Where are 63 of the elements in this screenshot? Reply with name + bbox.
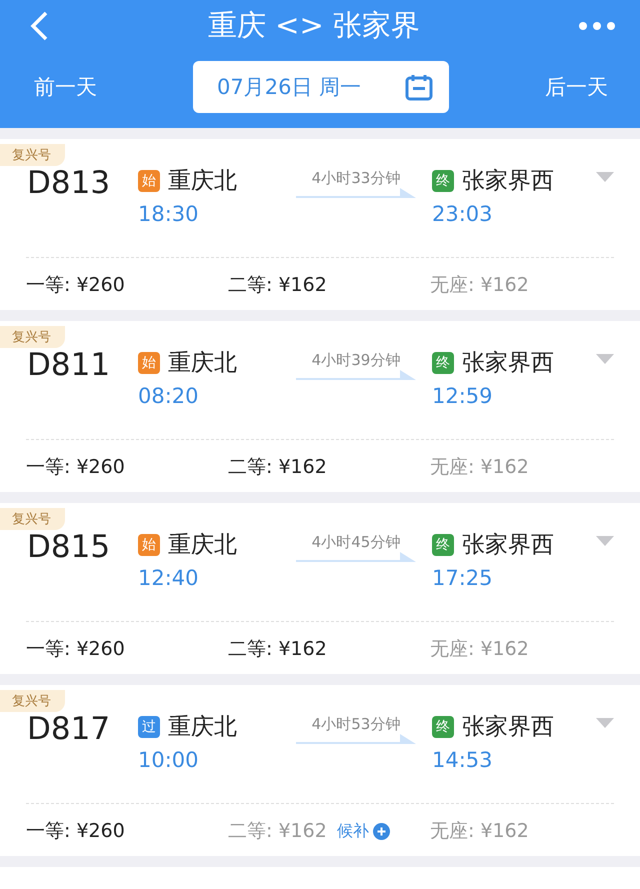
train-tag: 复兴号 (0, 326, 65, 348)
time-text: 17:25 (432, 566, 494, 590)
seat-price: 无座: ¥162 (430, 273, 529, 298)
train-number: D811 (26, 347, 112, 385)
duration-text: 4小时45分钟 (312, 533, 400, 552)
station-badge: 始 (138, 534, 160, 556)
time-text: 08:20 (138, 384, 200, 408)
expand-icon[interactable] (596, 536, 614, 546)
seat-price: 一等: ¥260 (26, 455, 125, 480)
station-name: 张家界西 (462, 713, 554, 742)
time-text: 23:03 (432, 202, 494, 226)
train-number: D817 (26, 711, 112, 749)
train-card[interactable]: 复兴号 D815 始 重庆北 12:40 4小时45分钟 终 张家界西 17:25 一等: ¥260 二等: ¥162 无座: ¥162 (0, 503, 640, 674)
station-name: 重庆北 (168, 349, 237, 378)
expand-icon[interactable] (596, 354, 614, 364)
duration-text: 4小时33分钟 (312, 169, 400, 188)
date-picker[interactable]: 07月26日 周一 (193, 61, 449, 113)
station-badge: 始 (138, 352, 160, 374)
calendar-icon (405, 73, 433, 101)
station-badge: 过 (138, 716, 160, 738)
train-number: D813 (26, 165, 112, 203)
seat-price: 无座: ¥162 (430, 455, 529, 480)
waitlist-button[interactable]: 候补 (336, 820, 390, 842)
duration-text: 4小时39分钟 (312, 351, 400, 370)
duration-text: 4小时53分钟 (312, 715, 400, 734)
time-text: 12:59 (432, 384, 494, 408)
train-tag: 复兴号 (0, 690, 65, 712)
station-name: 重庆北 (168, 167, 237, 196)
time-text: 18:30 (138, 202, 200, 226)
more-icon[interactable] (578, 21, 616, 31)
time-text: 14:53 (432, 748, 494, 772)
station-name: 张家界西 (462, 167, 554, 196)
train-tag: 复兴号 (0, 508, 65, 530)
seat-price: 一等: ¥260 (26, 273, 125, 298)
page-title: 重庆 <> 张家界 (208, 7, 420, 44)
station-badge: 终 (432, 716, 454, 738)
train-card[interactable]: 复兴号 D817 过 重庆北 10:00 4小时53分钟 终 张家界西 14:53 一等: ¥260 二等: ¥162 候补 无座: ¥162 (0, 685, 640, 856)
time-text: 12:40 (138, 566, 200, 590)
train-card[interactable]: 复兴号 D811 始 重庆北 08:20 4小时39分钟 终 张家界西 12:59 一等: ¥260 二等: ¥162 无座: ¥162 (0, 321, 640, 492)
seat-price: 一等: ¥260 (26, 637, 125, 662)
station-name: 重庆北 (168, 713, 237, 742)
station-badge: 终 (432, 352, 454, 374)
station-badge: 终 (432, 170, 454, 192)
seat-price: 一等: ¥260 (26, 819, 125, 844)
train-card[interactable]: 复兴号 D813 始 重庆北 18:30 4小时33分钟 终 张家界西 23:03 一等: ¥260 二等: ¥162 无座: ¥162 (0, 139, 640, 310)
seat-price: 二等: ¥162 (228, 637, 327, 662)
seat-price: 无座: ¥162 (430, 637, 529, 662)
back-icon[interactable] (28, 11, 50, 41)
station-badge: 终 (432, 534, 454, 556)
seat-price: 二等: ¥162 (228, 819, 327, 844)
train-tag: 复兴号 (0, 144, 65, 166)
time-text: 10:00 (138, 748, 200, 772)
train-number: D815 (26, 529, 112, 567)
expand-icon[interactable] (596, 172, 614, 182)
station-name: 重庆北 (168, 531, 237, 560)
seat-price: 无座: ¥162 (430, 819, 529, 844)
station-badge: 始 (138, 170, 160, 192)
seat-price: 二等: ¥162 (228, 455, 327, 480)
seat-price: 二等: ¥162 (228, 273, 327, 298)
station-name: 张家界西 (462, 531, 554, 560)
station-name: 张家界西 (462, 349, 554, 378)
plus-icon (372, 822, 390, 840)
expand-icon[interactable] (596, 718, 614, 728)
